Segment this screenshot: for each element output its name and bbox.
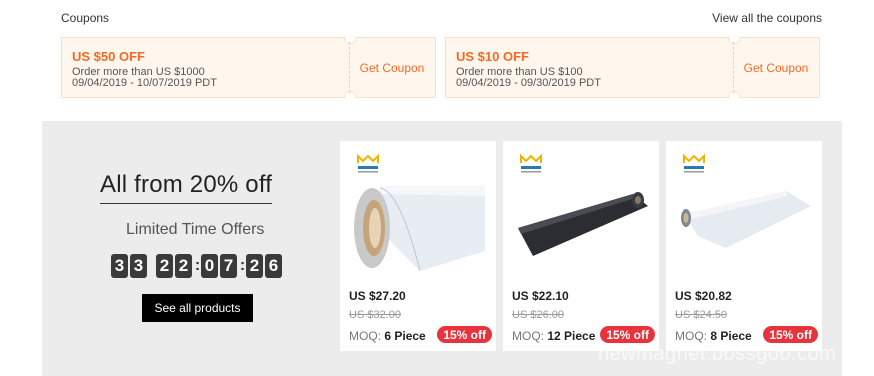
product-card[interactable]: US $27.20 US $32.00 MOQ: 6 Piece 15% off [340,141,496,351]
countdown-digit: 3 [111,254,128,278]
countdown-digit: 2 [246,254,263,278]
product-card[interactable]: US $20.82 US $24.50 MOQ: 8 Piece 15% off [666,141,822,351]
coupon-dates: 09/04/2019 - 10/07/2019 PDT [72,77,217,89]
countdown-digit: 6 [265,254,282,278]
countdown-digit: 2 [156,254,173,278]
product-price: US $22.10 [512,289,569,303]
get-coupon-button[interactable]: Get Coupon [733,38,819,97]
promo-subtitle: Limited Time Offers [126,221,265,238]
discount-badge: 15% off [600,326,655,343]
discount-badge: 15% off [763,326,818,343]
brand-logo-icon [357,153,379,173]
product-old-price: US $26.00 [512,309,564,321]
coupons-header: Coupons View all the coupons [61,11,822,25]
coupon-card: US $50 OFF Order more than US $1000 09/0… [61,37,436,98]
product-price: US $20.82 [675,289,732,303]
coupon-amount: US $10 OFF [456,49,529,64]
product-moq: MOQ: 6 Piece [349,329,426,343]
product-image [518,192,648,256]
brand-logo-icon [683,153,705,173]
countdown-digit: 3 [130,254,147,278]
countdown-separator: : [239,257,246,274]
site-watermark: newmagnet.bossgoo.com [598,343,837,365]
coupons-title: Coupons [61,11,110,25]
see-all-products-button[interactable]: See all products [142,294,253,322]
product-card[interactable]: US $22.10 US $26.00 MOQ: 12 Piece 15% of… [503,141,659,351]
product-old-price: US $24.50 [675,309,727,321]
coupon-dates: 09/04/2019 - 09/30/2019 PDT [456,77,601,89]
countdown-digit: 7 [220,254,237,278]
countdown-digit: 0 [201,254,218,278]
product-moq: MOQ: 8 Piece [675,329,752,343]
view-all-coupons-link[interactable]: View all the coupons [712,11,822,25]
product-image [681,191,811,248]
promo-section: All from 20% off Limited Time Offers 3 3… [42,121,842,376]
countdown-digit: 2 [175,254,192,278]
brand-logo-icon [520,153,542,173]
coupon-amount: US $50 OFF [72,49,145,64]
get-coupon-button[interactable]: Get Coupon [349,38,435,97]
product-image [354,186,485,272]
countdown-separator: : [194,257,201,274]
coupon-card: US $10 OFF Order more than US $100 09/04… [445,37,820,98]
countdown-timer: 3 3 2 2 : 0 7 : 2 6 [111,254,284,278]
promo-title: All from 20% off [100,171,273,204]
product-price: US $27.20 [349,289,406,303]
discount-badge: 15% off [437,326,492,343]
product-old-price: US $32.00 [349,309,401,321]
product-moq: MOQ: 12 Piece [512,329,596,343]
